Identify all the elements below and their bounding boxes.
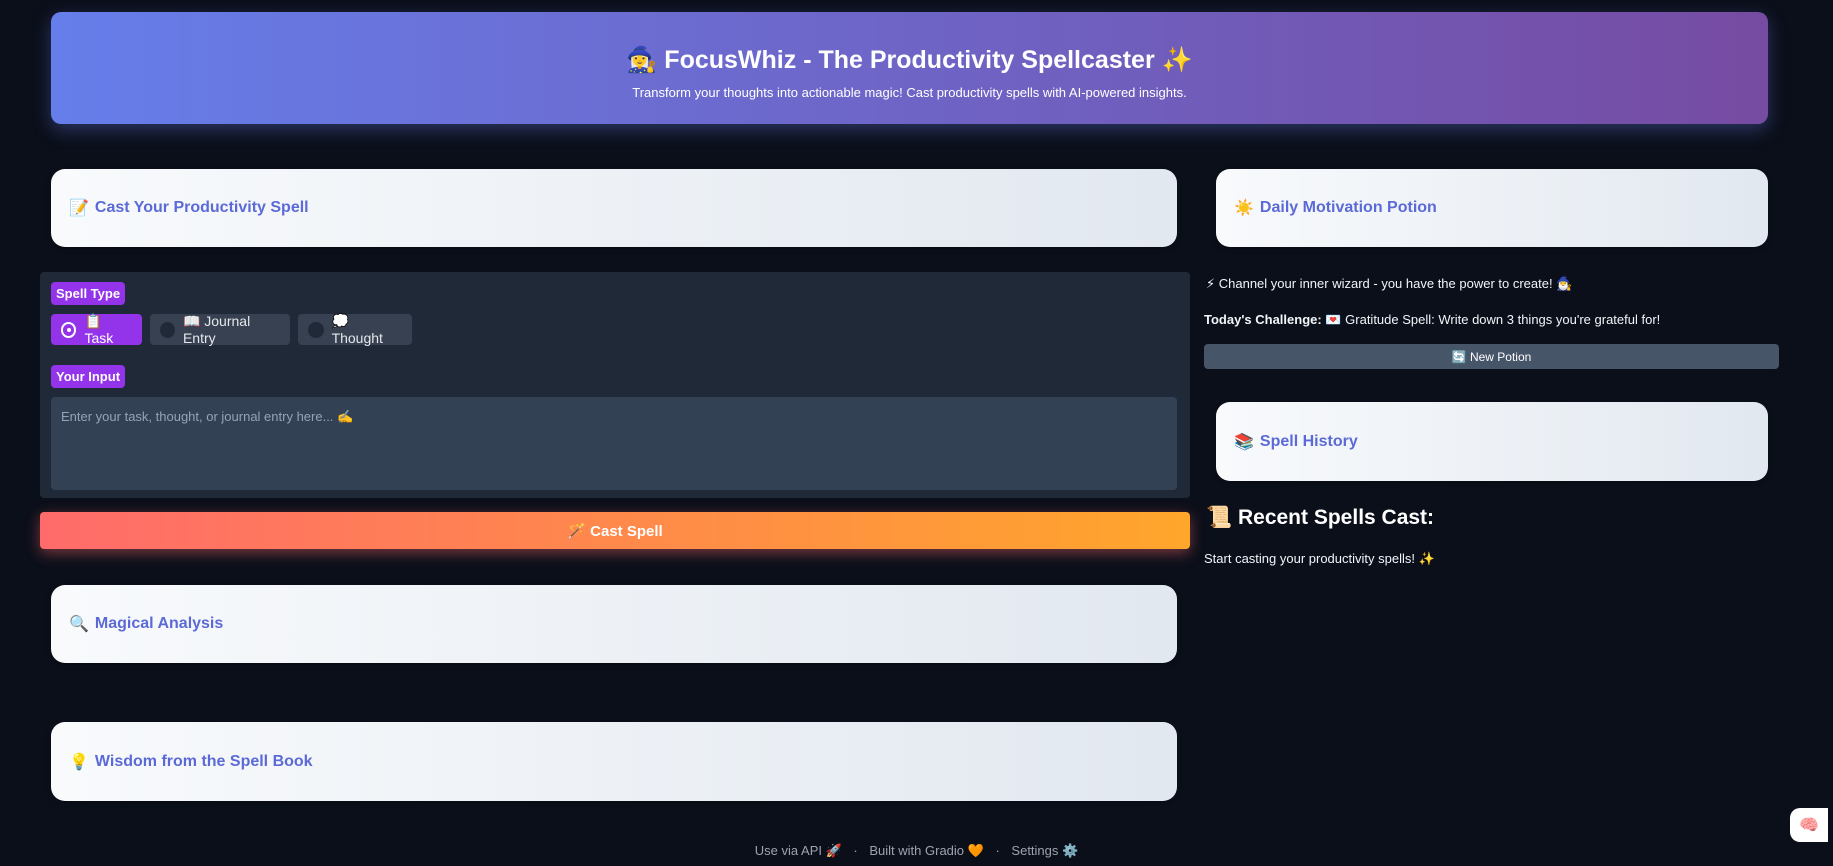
wisdom-card[interactable]: 💡 Wisdom from the Spell Book	[51, 722, 1177, 801]
recent-spells-heading: 📜 Recent Spells Cast:	[1206, 506, 1435, 529]
daily-challenge: Today's Challenge: 💌 Gratitude Spell: Wr…	[1204, 312, 1660, 328]
spell-input-textarea[interactable]	[51, 397, 1177, 490]
books-icon: 📚	[1234, 433, 1254, 451]
radio-task[interactable]: 📋 Task	[51, 313, 142, 346]
spell-history-title: Spell History	[1259, 432, 1358, 450]
app-header: 🧙‍♀️ FocusWhiz - The Productivity Spellc…	[51, 12, 1768, 124]
challenge-text: 💌 Gratitude Spell: Write down 3 things y…	[1325, 312, 1661, 327]
new-potion-button[interactable]: 🔄 New Potion	[1204, 344, 1779, 369]
app-title: 🧙‍♀️ FocusWhiz - The Productivity Spellc…	[626, 46, 1193, 74]
radio-journal-entry-label: 📖 Journal Entry	[182, 313, 251, 346]
built-with-gradio-link[interactable]: Built with Gradio 🧡	[869, 843, 983, 858]
radio-thought-label: 💭 Thought	[331, 313, 383, 346]
spell-type-label: Spell Type	[51, 282, 126, 305]
app-subtitle: Transform your thoughts into actionable …	[632, 85, 1187, 100]
radio-task-label: 📋 Task	[84, 313, 114, 346]
cast-spell-button[interactable]: 🪄 Cast Spell	[40, 512, 1190, 549]
motivation-message: ⚡ Channel your inner wizard - you have t…	[1206, 276, 1573, 291]
radio-journal-entry[interactable]: 📖 Journal Entry	[150, 313, 290, 346]
spell-history-card[interactable]: 📚 Spell History	[1216, 402, 1768, 481]
motivation-potion-card[interactable]: ☀️ Daily Motivation Potion	[1216, 169, 1768, 247]
use-via-api-link[interactable]: Use via API 🚀	[755, 843, 842, 858]
footer-separator: ·	[995, 843, 1000, 858]
radio-thought[interactable]: 💭 Thought	[298, 313, 412, 346]
lightbulb-icon: 💡	[69, 753, 89, 771]
wisdom-title: Wisdom from the Spell Book	[94, 752, 313, 770]
sun-icon: ☀️	[1234, 200, 1254, 217]
radio-indicator	[61, 321, 77, 338]
motivation-potion-title: Daily Motivation Potion	[1259, 199, 1437, 216]
magical-analysis-card[interactable]: 🔍 Magical Analysis	[51, 585, 1177, 663]
cast-spell-card-title: Cast Your Productivity Spell	[94, 199, 309, 216]
magical-analysis-title: Magical Analysis	[94, 615, 224, 632]
recent-spells-empty: Start casting your productivity spells! …	[1204, 551, 1435, 566]
your-input-label: Your Input	[51, 365, 126, 388]
radio-indicator	[160, 321, 175, 338]
memo-icon: 📝	[69, 200, 89, 217]
radio-indicator	[308, 321, 324, 338]
settings-link[interactable]: Settings ⚙️	[1011, 843, 1078, 858]
footer-separator: ·	[853, 843, 858, 858]
brain-icon[interactable]: 🧠	[1790, 808, 1828, 842]
challenge-label: Today's Challenge:	[1204, 312, 1322, 327]
cast-spell-card: 📝 Cast Your Productivity Spell	[51, 169, 1177, 247]
footer: Use via API 🚀 · Built with Gradio 🧡 · Se…	[0, 843, 1833, 859]
magnifier-icon: 🔍	[69, 616, 89, 633]
